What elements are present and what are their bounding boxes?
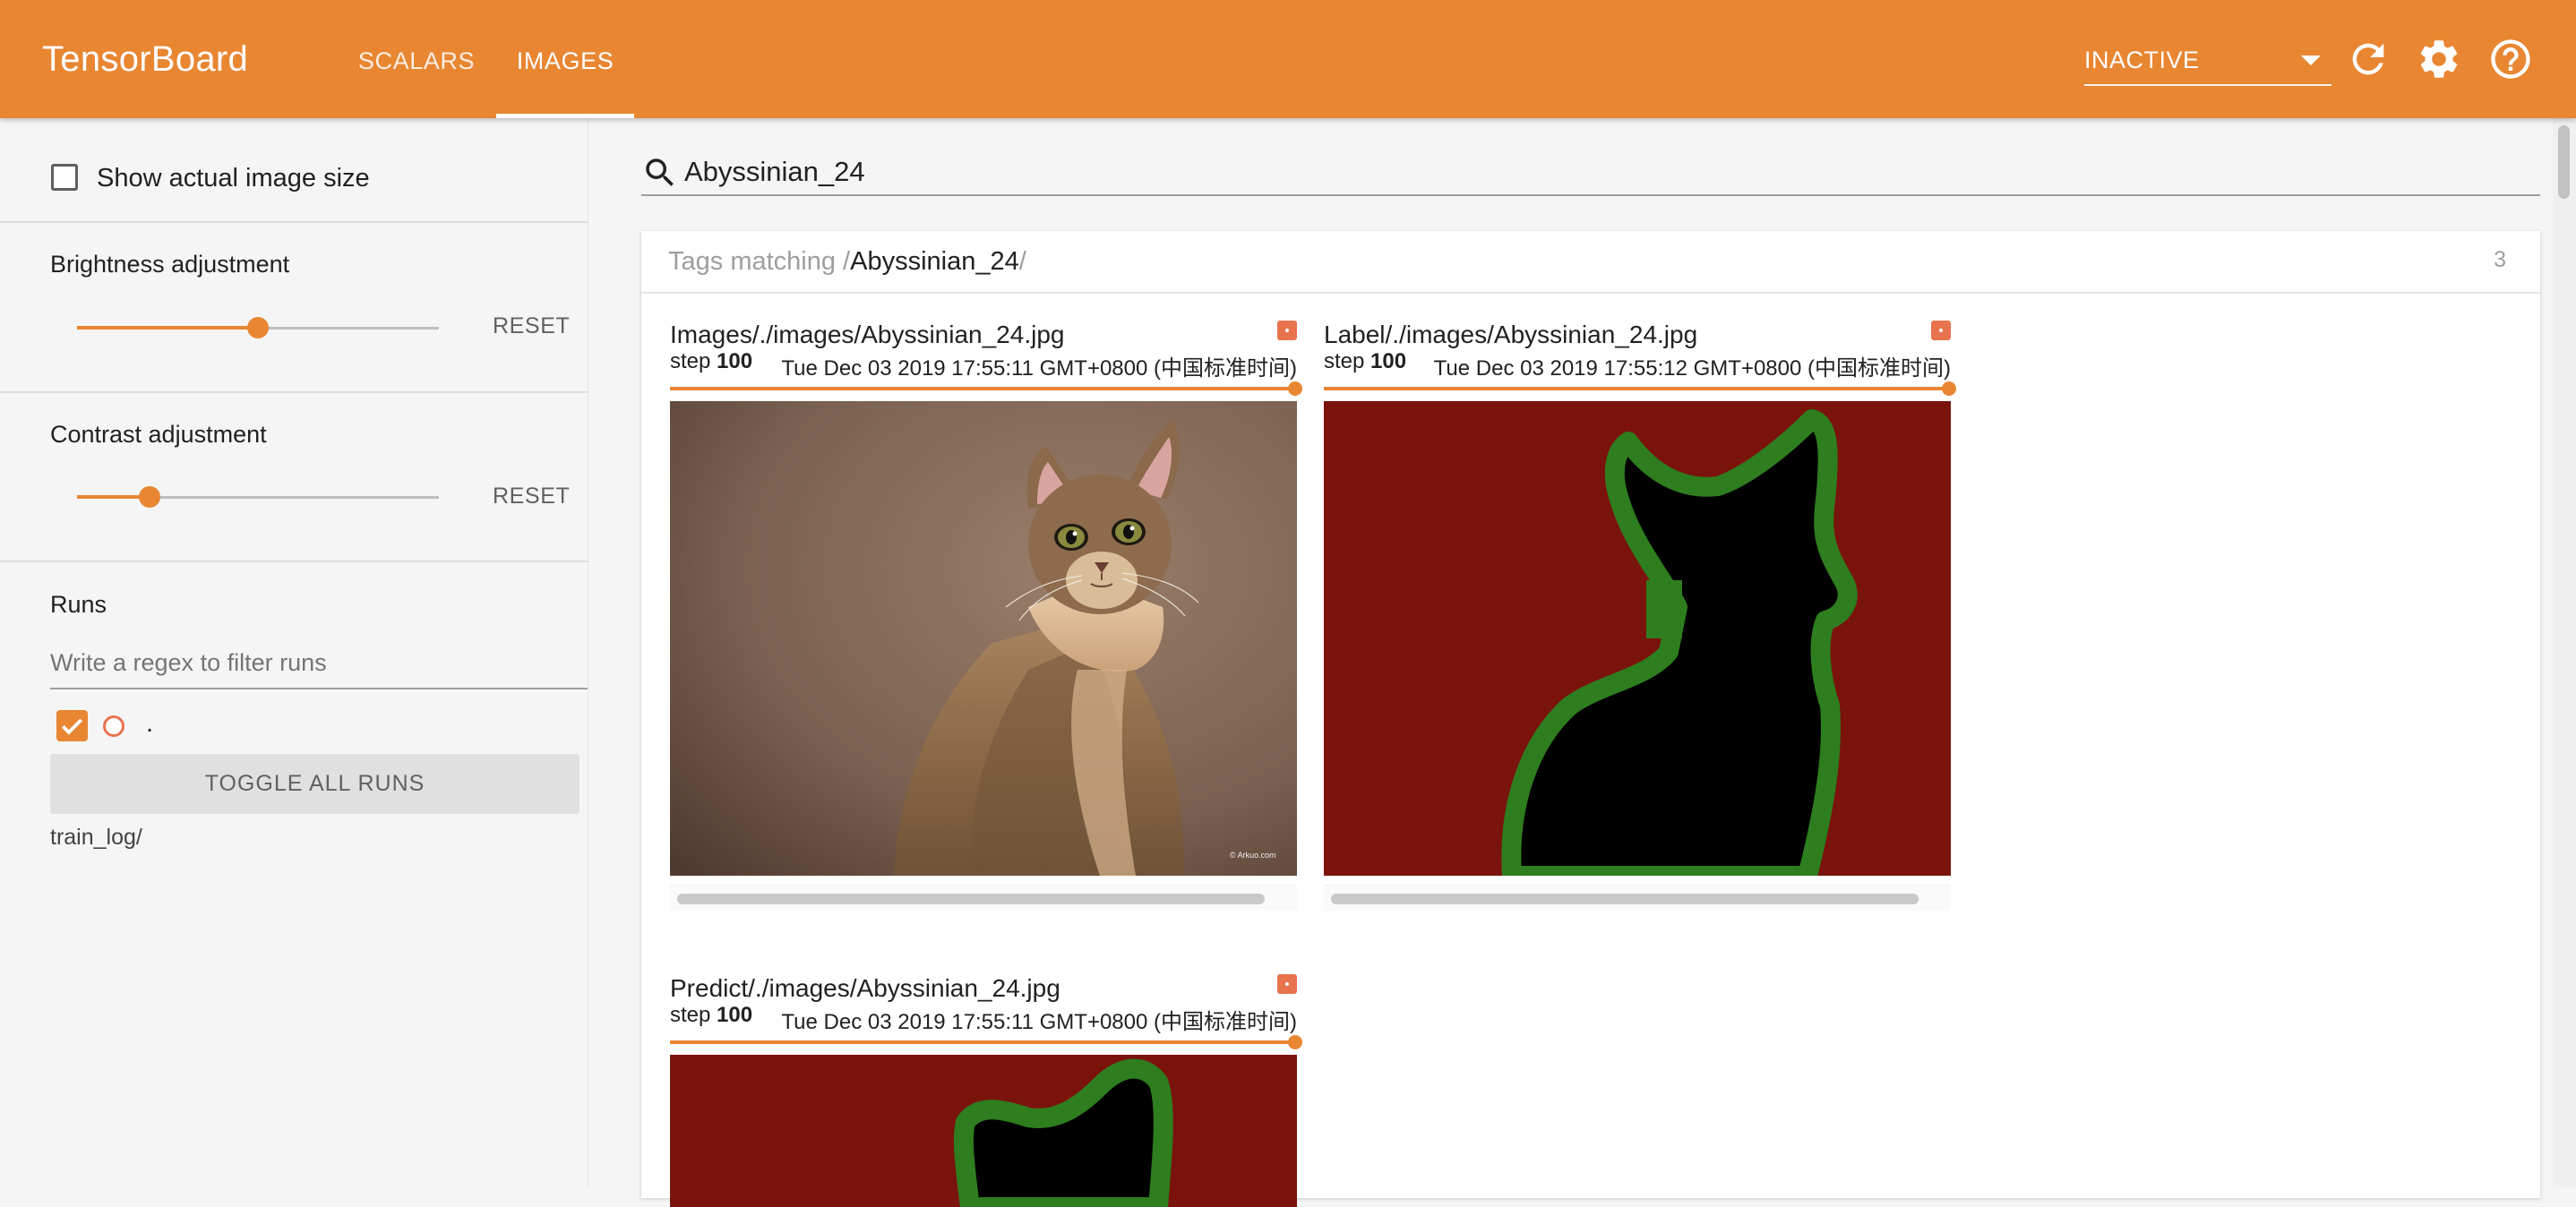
pane-title: Predict/./images/Abyssinian_24.jpg xyxy=(670,974,1060,1002)
pane-step: step 100 xyxy=(1324,349,1406,374)
prediction-pane: Predict/./images/Abyssinian_24.jpg step … xyxy=(670,974,1302,1207)
step-value: 100 xyxy=(717,1003,753,1027)
label-mask-image xyxy=(1324,401,1951,876)
show-actual-size-label: Show actual image size xyxy=(97,164,370,193)
run-filter-input[interactable] xyxy=(50,638,588,689)
run-status-dropdown[interactable]: INACTIVE xyxy=(2084,32,2331,86)
contrast-label: Contrast adjustment xyxy=(50,421,267,448)
expand-icon[interactable] xyxy=(1277,321,1297,340)
brightness-label: Brightness adjustment xyxy=(50,251,290,278)
slider-fill xyxy=(77,326,258,330)
refresh-icon[interactable] xyxy=(2345,36,2391,82)
horizontal-scrollbar[interactable] xyxy=(670,885,1297,911)
pane-step: step 100 xyxy=(670,349,752,374)
tag-group-prefix: Tags matching / xyxy=(668,247,851,276)
step-slider-track xyxy=(670,387,1297,390)
show-actual-size-checkbox[interactable] xyxy=(51,164,78,191)
tag-count: 3 xyxy=(2494,247,2506,272)
step-label: step xyxy=(670,349,711,373)
chevron-down-icon xyxy=(2301,56,2321,65)
slider-thumb[interactable] xyxy=(247,317,269,338)
cat-photo: © Arkuo.com xyxy=(670,401,1297,876)
tab-images-label: IMAGES xyxy=(516,47,614,74)
slider-thumb[interactable] xyxy=(138,486,160,508)
divider xyxy=(0,561,588,562)
horizontal-scrollbar[interactable] xyxy=(1324,885,1951,911)
step-slider[interactable] xyxy=(670,1035,1302,1049)
search-underline xyxy=(641,194,2540,196)
tag-search-input[interactable] xyxy=(684,150,2529,194)
tag-group-title: Tags matching /Abyssinian_24/ xyxy=(668,247,1026,277)
run-color-swatch[interactable] xyxy=(103,715,125,737)
step-label: step xyxy=(1324,349,1365,373)
log-directory: train_log/ xyxy=(50,825,142,850)
contrast-reset-button[interactable]: RESET xyxy=(493,484,570,509)
image-pane: Images/./images/Abyssinian_24.jpg step 1… xyxy=(670,321,1302,912)
help-icon[interactable] xyxy=(2487,36,2534,82)
run-status-value: INACTIVE xyxy=(2084,47,2200,73)
tab-scalars[interactable]: SCALARS xyxy=(344,0,489,118)
toggle-all-runs-button[interactable]: TOGGLE ALL RUNS xyxy=(50,754,580,814)
tag-group-pattern: Abyssinian_24 xyxy=(850,247,1019,276)
divider xyxy=(0,221,588,223)
top-app-bar: TensorBoard SCALARS IMAGES INACTIVE xyxy=(0,0,2576,118)
photo-watermark: © Arkuo.com xyxy=(1230,851,1276,860)
pane-step: step 100 xyxy=(670,1003,752,1028)
brightness-reset-button[interactable]: RESET xyxy=(493,313,570,339)
run-name: . xyxy=(146,709,154,738)
pane-timestamp: Tue Dec 03 2019 17:55:12 GMT+0800 (中国标准时… xyxy=(1433,356,1951,381)
scrollbar-thumb[interactable] xyxy=(1331,894,1919,904)
step-value: 100 xyxy=(717,349,753,373)
step-slider-track xyxy=(670,1040,1297,1044)
contrast-slider[interactable] xyxy=(77,479,439,515)
step-slider[interactable] xyxy=(1324,381,1956,396)
prediction-mask-image xyxy=(670,1055,1297,1207)
search-icon xyxy=(641,154,679,192)
brightness-slider[interactable] xyxy=(77,310,439,346)
pane-timestamp: Tue Dec 03 2019 17:55:11 GMT+0800 (中国标准时… xyxy=(781,356,1297,381)
settings-icon[interactable] xyxy=(2416,36,2462,82)
step-label: step xyxy=(670,1003,711,1027)
page-scrollbar[interactable] xyxy=(2553,118,2576,1187)
step-slider-thumb[interactable] xyxy=(1942,381,1956,396)
step-slider-track xyxy=(1324,387,1951,390)
sidebar: Show actual image size Brightness adjust… xyxy=(0,118,588,1187)
step-value: 100 xyxy=(1370,349,1407,373)
app-title: TensorBoard xyxy=(42,39,249,79)
label-pane: Label/./images/Abyssinian_24.jpg step 10… xyxy=(1324,321,1956,912)
step-slider-thumb[interactable] xyxy=(1288,381,1302,396)
tag-group-card: Tags matching /Abyssinian_24/ 3 Images/.… xyxy=(641,231,2540,1207)
pane-timestamp: Tue Dec 03 2019 17:55:11 GMT+0800 (中国标准时… xyxy=(781,1010,1297,1034)
tab-images[interactable]: IMAGES xyxy=(496,0,634,118)
runs-title: Runs xyxy=(50,591,107,618)
tag-group-header[interactable]: Tags matching /Abyssinian_24/ 3 xyxy=(641,231,2540,294)
expand-icon[interactable] xyxy=(1931,321,1951,340)
scrollbar-thumb[interactable] xyxy=(677,894,1265,904)
pane-title: Label/./images/Abyssinian_24.jpg xyxy=(1324,321,1698,348)
pane-title: Images/./images/Abyssinian_24.jpg xyxy=(670,321,1065,348)
run-checkbox[interactable] xyxy=(56,710,88,741)
step-slider[interactable] xyxy=(670,381,1302,396)
expand-icon[interactable] xyxy=(1277,974,1297,994)
step-slider-thumb[interactable] xyxy=(1288,1035,1302,1049)
page-scrollbar-thumb[interactable] xyxy=(2558,125,2570,199)
tag-group-suffix: / xyxy=(1018,247,1026,276)
active-tab-indicator xyxy=(496,114,634,118)
divider xyxy=(0,391,588,393)
